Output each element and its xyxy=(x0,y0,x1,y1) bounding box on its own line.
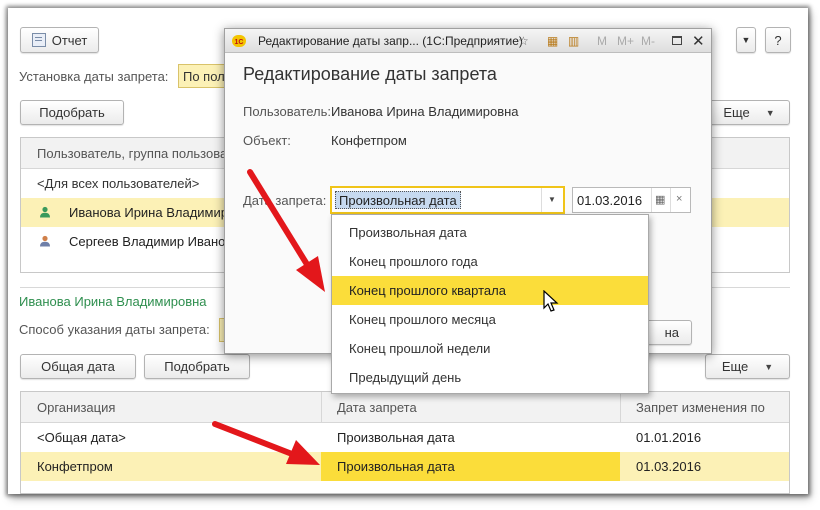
m-minus-icon[interactable]: M- xyxy=(641,34,655,48)
calendar-icon[interactable]: ▦ xyxy=(655,193,665,206)
pick-users-button[interactable]: Подобрать xyxy=(20,100,124,125)
date-kind-select[interactable]: Произвольная дата ▼ xyxy=(330,186,565,214)
maximize-icon[interactable] xyxy=(672,36,682,45)
section-more-button[interactable]: Еще ▼ xyxy=(705,354,790,379)
object-label: Объект: xyxy=(243,133,291,148)
calculator-icon[interactable]: ▥ xyxy=(568,34,579,48)
dropdown-item[interactable]: Конец прошлого года xyxy=(332,247,648,276)
dropdown-item[interactable]: Конец прошлого месяца xyxy=(332,305,648,334)
date-label: Дата запрета: xyxy=(243,193,327,208)
m-plus-icon[interactable]: M+ xyxy=(617,34,634,48)
object-value: Конфетпром xyxy=(331,133,407,148)
chevron-down-icon[interactable]: ▼ xyxy=(548,195,556,204)
user-label: Пользователь: xyxy=(243,104,331,119)
column-header-organization[interactable]: Организация xyxy=(37,400,115,415)
column-header-change-until[interactable]: Запрет изменения по xyxy=(636,400,765,415)
user-icon xyxy=(40,235,50,247)
chevron-down-icon: ▼ xyxy=(764,361,774,372)
svg-text:1С: 1С xyxy=(235,39,244,46)
chevron-down-icon: ▼ xyxy=(741,35,751,45)
toolbar-more-dropdown[interactable]: ▼ xyxy=(736,27,756,53)
user-icon xyxy=(40,206,50,218)
chevron-down-icon: ▼ xyxy=(765,107,775,118)
favorite-star-icon[interactable]: ☆ xyxy=(518,34,529,48)
report-button[interactable]: Отчет xyxy=(20,27,99,53)
mouse-cursor-icon xyxy=(543,290,559,312)
dialog-heading: Редактирование даты запрета xyxy=(243,64,497,84)
user-value: Иванова Ирина Владимировна xyxy=(331,104,519,119)
m-icon[interactable]: M xyxy=(597,34,607,48)
top-more-button[interactable]: Еще ▼ xyxy=(708,100,790,125)
calendar-icon[interactable]: ▦ xyxy=(547,34,558,48)
common-date-button[interactable]: Общая дата xyxy=(20,354,136,379)
column-header-date[interactable]: Дата запрета xyxy=(337,400,417,415)
report-icon xyxy=(31,33,46,47)
organizations-table: Организация Дата запрета Запрет изменени… xyxy=(20,391,790,494)
dropdown-item[interactable]: Конец прошлой недели xyxy=(332,334,648,363)
help-button[interactable]: ? xyxy=(765,27,791,53)
dropdown-item[interactable]: Предыдущий день xyxy=(332,363,648,392)
date-input[interactable]: 01.03.2016 ▦ × xyxy=(572,187,691,213)
close-icon[interactable]: ✕ xyxy=(692,32,705,50)
clear-icon[interactable]: × xyxy=(676,193,682,205)
dialog-titlebar: 1С Редактирование даты запр... (1С:Предп… xyxy=(225,29,711,53)
setup-label: Установка даты запрета: xyxy=(19,69,169,84)
1c-logo-icon: 1С xyxy=(232,35,246,47)
selected-user-name: Иванова Ирина Владимировна xyxy=(19,294,207,309)
organizations-table-header: Организация Дата запрета Запрет изменени… xyxy=(21,392,789,423)
dropdown-item[interactable]: Произвольная дата xyxy=(332,218,648,247)
method-label: Способ указания даты запрета: xyxy=(19,322,210,337)
dialog-window-title: Редактирование даты запр... (1С:Предприя… xyxy=(258,34,523,48)
pick-orgs-button[interactable]: Подобрать xyxy=(144,354,250,379)
date-kind-dropdown: Произвольная дата Конец прошлого года Ко… xyxy=(331,214,649,394)
table-row[interactable]: Конфетпром Произвольная дата 01.03.2016 xyxy=(21,452,789,481)
dropdown-item-highlighted[interactable]: Конец прошлого квартала xyxy=(332,276,648,305)
table-row[interactable]: <Общая дата> Произвольная дата 01.01.201… xyxy=(21,423,789,452)
